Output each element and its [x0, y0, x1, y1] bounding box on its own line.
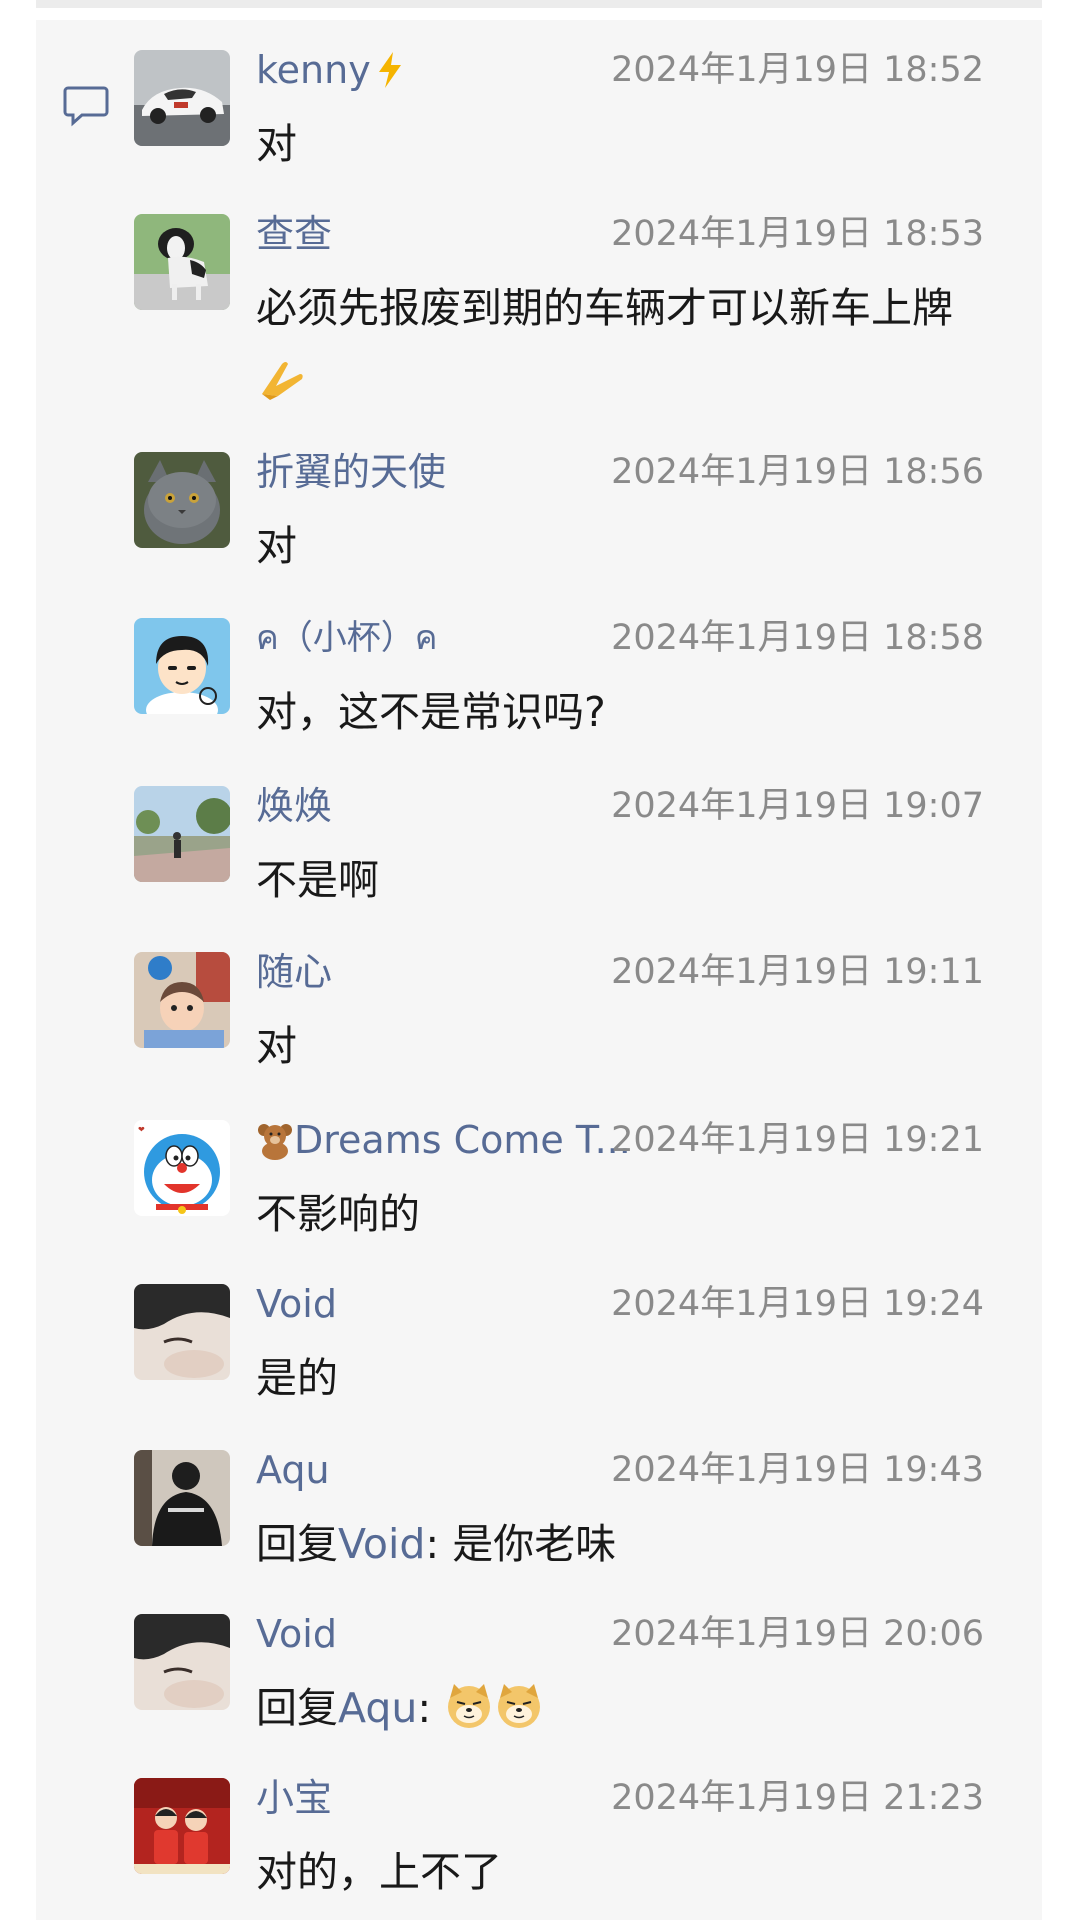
- cat-photo-avatar[interactable]: [134, 452, 230, 548]
- comment-time: 2024年1月19日 21:23: [611, 1778, 984, 1818]
- comment-text: 对的，上不了: [256, 1848, 502, 1896]
- moments-comment-screen: kenny 2024年1月19日 18:52 对 查查 2024年1月19日 1…: [0, 0, 1080, 1920]
- comment-text: 回复Void: 是你老味: [256, 1520, 617, 1568]
- comment-time: 2024年1月19日 18:52: [611, 50, 984, 90]
- reply-target[interactable]: Aqu: [338, 1684, 417, 1732]
- reply-target[interactable]: Void: [338, 1520, 425, 1568]
- kids-red-avatar[interactable]: [134, 1778, 230, 1874]
- top-divider: [36, 0, 1042, 8]
- comment-author[interactable]: 查查: [256, 208, 332, 260]
- comment-author[interactable]: ค（小杯）ค: [256, 612, 438, 664]
- comment-time: 2024年1月19日 19:21: [611, 1120, 984, 1160]
- comment-time: 2024年1月19日 18:53: [611, 214, 984, 254]
- comment-author[interactable]: Dreams Come T...: [294, 1114, 631, 1166]
- comment-time: 2024年1月19日 18:56: [611, 452, 984, 492]
- comment-time: 2024年1月19日 19:07: [611, 786, 984, 826]
- comment-bubble-icon[interactable]: [62, 84, 110, 128]
- comment-time: 2024年1月19日 19:24: [611, 1284, 984, 1324]
- doge-emoji: [444, 1680, 494, 1730]
- cartoon-boy-avatar[interactable]: [134, 618, 230, 714]
- comment-text: 不影响的: [256, 1190, 420, 1238]
- praying-hands-emoji: [256, 352, 306, 402]
- teddy-bear-icon: [256, 1120, 294, 1160]
- comment-author[interactable]: Void: [256, 1278, 337, 1330]
- comment-text: 是的: [256, 1354, 338, 1402]
- comment-text: 不是啊: [256, 856, 379, 904]
- doraemon-avatar[interactable]: ❤: [134, 1120, 230, 1216]
- comment-text: 对，这不是常识吗?: [256, 688, 606, 736]
- comment-author[interactable]: Void: [256, 1608, 337, 1660]
- comment-author[interactable]: 小宝: [256, 1772, 332, 1824]
- svg-text:❤: ❤: [138, 1125, 145, 1134]
- man-back-avatar[interactable]: [134, 1450, 230, 1546]
- comment-author[interactable]: 焕焕: [256, 780, 332, 832]
- comment-author[interactable]: kenny: [256, 44, 371, 96]
- face-closeup-avatar[interactable]: [134, 1614, 230, 1710]
- face-closeup-avatar[interactable]: [134, 1284, 230, 1380]
- comment-author[interactable]: 随心: [256, 946, 332, 998]
- dog-photo-avatar[interactable]: [134, 214, 230, 310]
- comment-author[interactable]: Aqu: [256, 1444, 330, 1496]
- comment-text: 对: [256, 120, 297, 168]
- comment-text: 对: [256, 522, 297, 570]
- lightning-icon: [371, 50, 409, 90]
- street-photo-avatar[interactable]: [134, 786, 230, 882]
- comment-author[interactable]: 折翼的天使: [256, 446, 446, 498]
- comment-time: 2024年1月19日 19:43: [611, 1450, 984, 1490]
- comment-time: 2024年1月19日 18:58: [611, 618, 984, 658]
- comment-text: 回复Aqu:: [256, 1672, 986, 1744]
- comment-time: 2024年1月19日 20:06: [611, 1614, 984, 1654]
- doge-emoji: [494, 1680, 544, 1730]
- comment-text: 必须先报废到期的车辆才可以新车上牌: [256, 272, 986, 416]
- comment-text: 对: [256, 1022, 297, 1070]
- car-photo-avatar[interactable]: [134, 50, 230, 146]
- comment-time: 2024年1月19日 19:11: [611, 952, 984, 992]
- baby-photo-avatar[interactable]: [134, 952, 230, 1048]
